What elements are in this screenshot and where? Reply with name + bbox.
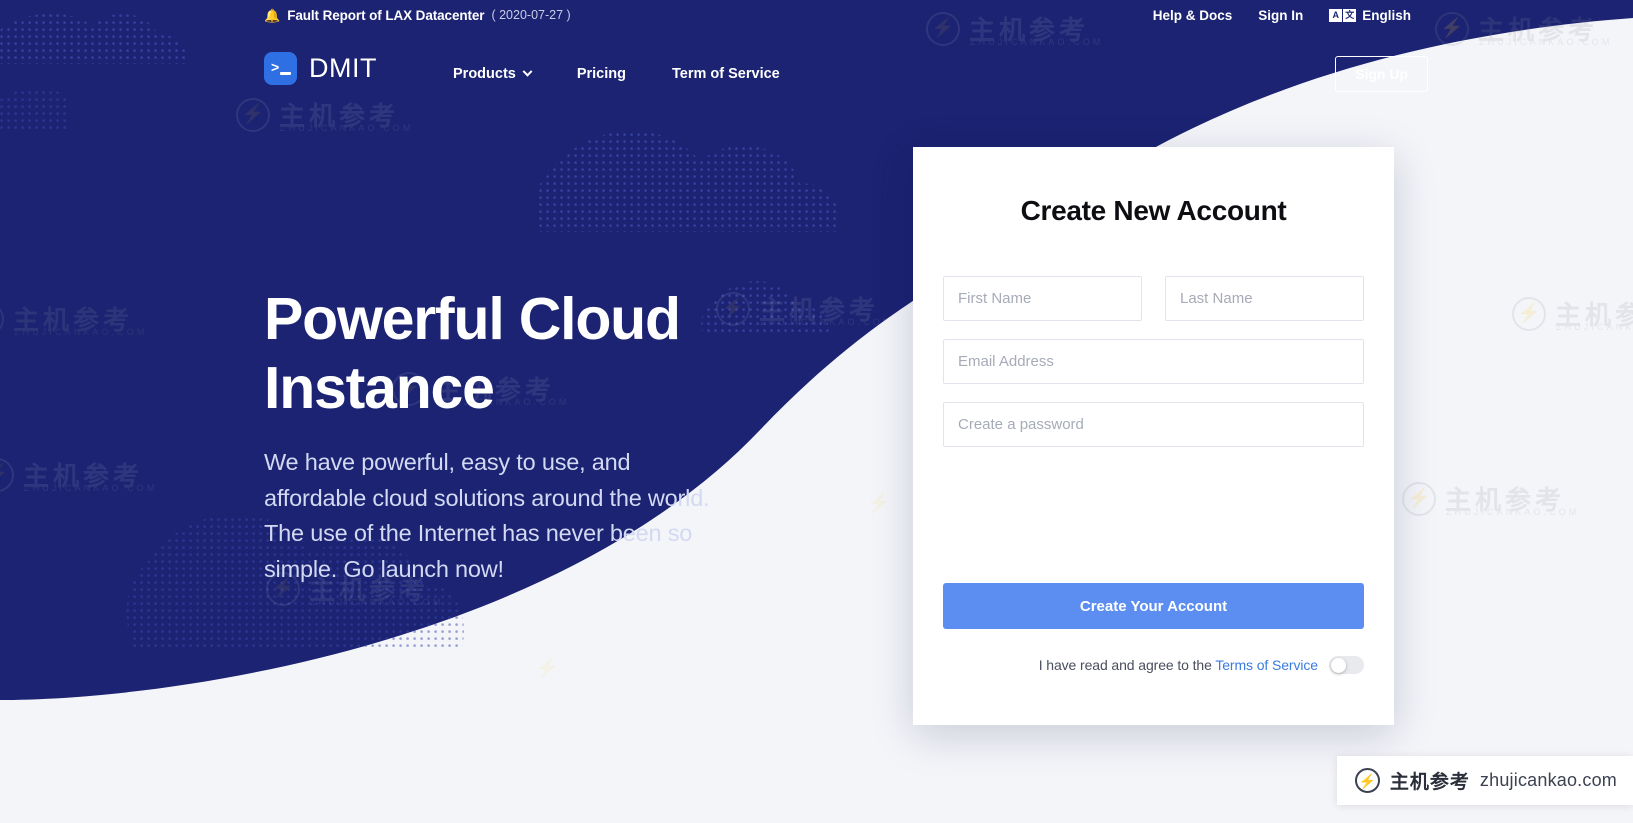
- announcement-title: Fault Report of LAX Datacenter: [287, 7, 485, 23]
- nav-item-products-label: Products: [453, 66, 516, 82]
- terms-agreement-row: I have read and agree to the Terms of Se…: [943, 656, 1364, 674]
- first-name-input[interactable]: [943, 276, 1142, 321]
- brand-name: DMIT: [309, 53, 377, 83]
- language-selector[interactable]: A 文 English: [1316, 8, 1411, 23]
- sign-up-button[interactable]: Sign Up: [1335, 56, 1428, 92]
- site-watermark-badge: ⚡ 主机参考 zhujicankao.com: [1336, 756, 1633, 805]
- nav-item-term-of-service[interactable]: Term of Service: [649, 66, 803, 82]
- language-label: English: [1362, 7, 1411, 23]
- hero-paragraph: We have powerful, easy to use, and affor…: [264, 449, 710, 583]
- create-account-button[interactable]: Create Your Account: [943, 583, 1364, 629]
- terms-toggle-switch[interactable]: [1329, 656, 1364, 674]
- password-input[interactable]: [943, 402, 1364, 447]
- translate-icon-cjk: 文: [1343, 8, 1357, 22]
- brand-logo-link[interactable]: > DMIT: [264, 52, 377, 85]
- main-navbar: > DMIT Products Pricing Term of Service …: [0, 48, 1633, 100]
- name-row: [943, 276, 1364, 321]
- translate-icon: A 文: [1329, 8, 1357, 22]
- nav-links: Products Pricing Term of Service: [430, 48, 803, 100]
- terminal-underscore-icon: [280, 72, 291, 75]
- announcement-message[interactable]: 🔔 Fault Report of LAX Datacenter ( 2020-…: [264, 0, 571, 30]
- help-docs-link[interactable]: Help & Docs: [1140, 8, 1246, 23]
- badge-cn-label: 主机参考: [1389, 772, 1470, 793]
- hero-heading: Powerful Cloud Instance: [264, 286, 681, 422]
- toggle-knob: [1330, 657, 1346, 673]
- email-input[interactable]: [943, 339, 1364, 384]
- announcement-date: ( 2020-07-27 ): [491, 8, 571, 22]
- translate-icon-latin: A: [1329, 8, 1343, 22]
- terms-of-service-link[interactable]: Terms of Service: [1215, 657, 1318, 673]
- nav-item-products[interactable]: Products: [430, 66, 554, 82]
- signup-card: Create New Account Create Your Account I…: [913, 147, 1394, 725]
- badge-logo-icon: ⚡: [1354, 768, 1380, 793]
- terms-prefix: I have read and agree to the: [1038, 657, 1216, 673]
- terminal-prompt-icon: >: [264, 52, 297, 85]
- signup-form: [943, 276, 1364, 447]
- hero-section: Powerful Cloud Instance We have powerful…: [264, 285, 734, 588]
- chevron-down-icon: [522, 66, 533, 77]
- badge-url: zhujicankao.com: [1479, 770, 1617, 790]
- announcement-bar: 🔔 Fault Report of LAX Datacenter ( 2020-…: [0, 0, 1633, 30]
- bell-icon: 🔔: [264, 7, 281, 23]
- terms-text: I have read and agree to the Terms of Se…: [1039, 657, 1318, 673]
- signup-card-title: Create New Account: [1020, 195, 1287, 226]
- nav-item-pricing[interactable]: Pricing: [554, 66, 649, 82]
- terminal-chevron-icon: >: [271, 59, 280, 75]
- sign-in-link[interactable]: Sign In: [1245, 8, 1316, 23]
- page-root: ⚡ 主机参考 ZHUJICANKAO.COM ⚡ 主机参考 ZHUJICANKA…: [0, 0, 1633, 823]
- last-name-input[interactable]: [1165, 276, 1364, 321]
- utility-nav: Help & Docs Sign In A 文 English: [1140, 0, 1411, 30]
